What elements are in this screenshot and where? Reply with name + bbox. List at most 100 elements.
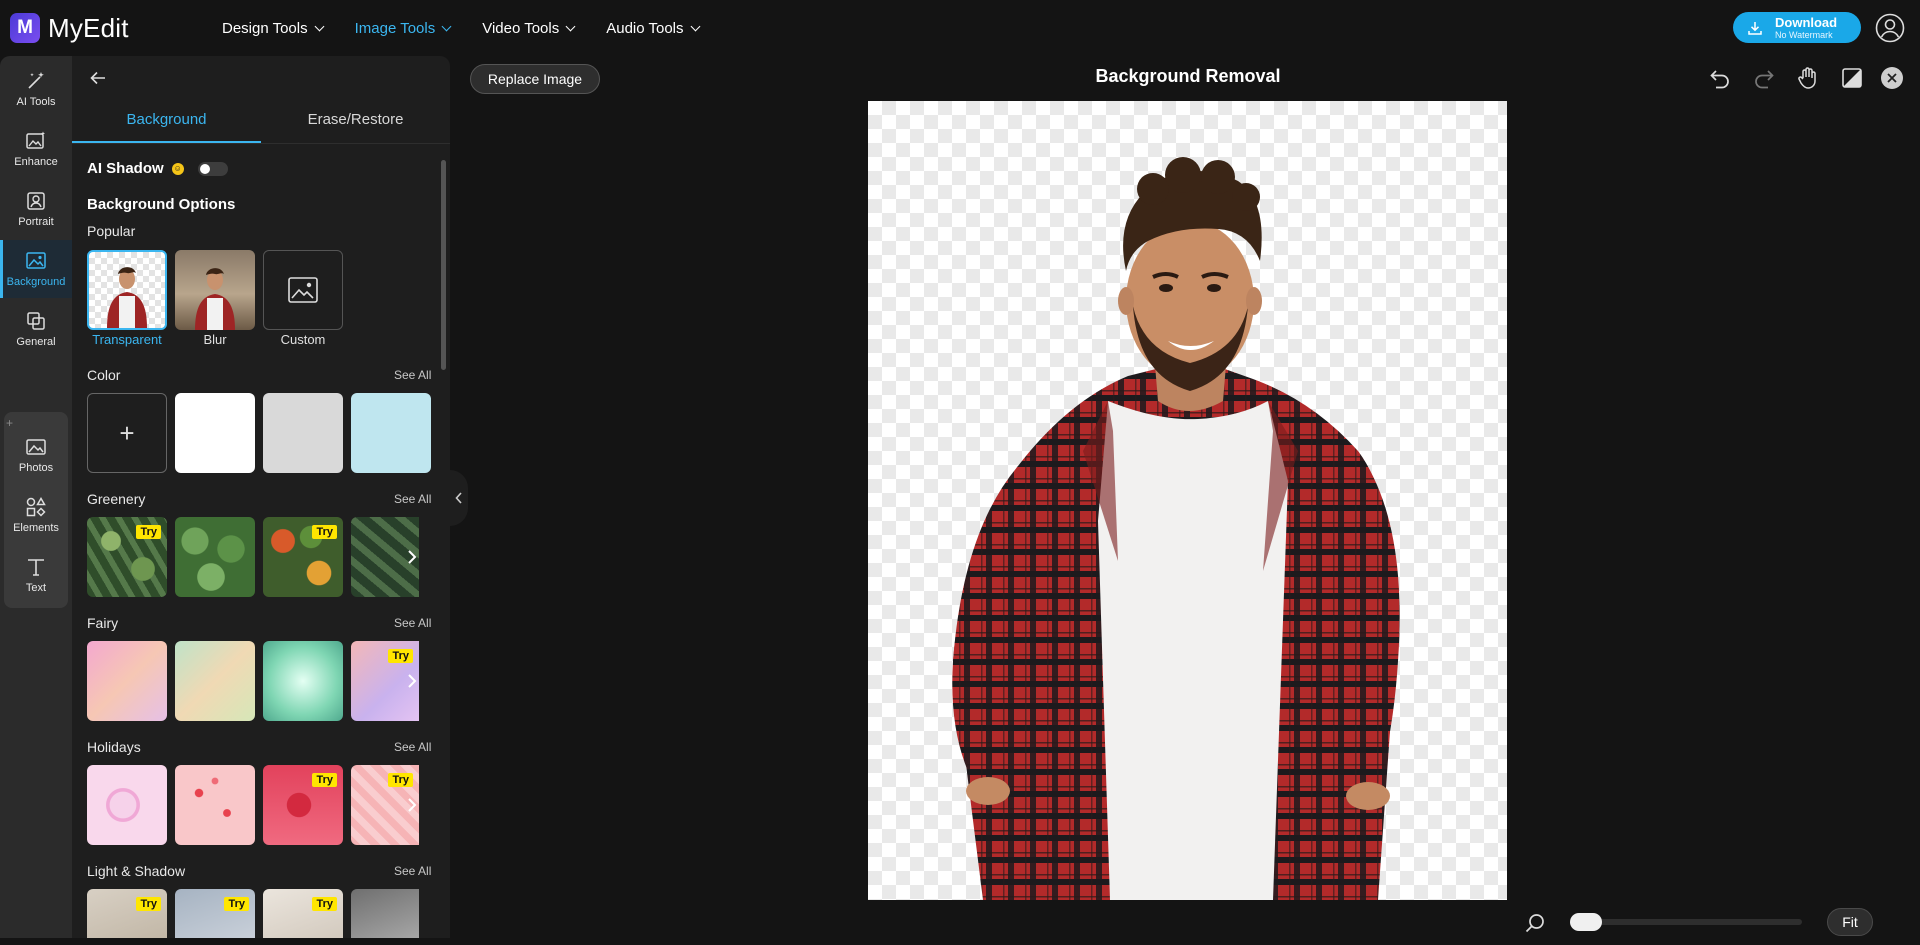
zoom-slider-handle[interactable] — [1570, 913, 1602, 931]
light-shadow-thumb-3[interactable]: Try — [263, 889, 343, 938]
fairy-thumb-pink[interactable] — [87, 641, 167, 721]
bg-option-label: Blur — [203, 332, 227, 347]
ai-shadow-toggle[interactable] — [197, 161, 228, 176]
edited-photo[interactable] — [868, 101, 1507, 900]
try-badge: Try — [388, 649, 413, 663]
chevron-down-icon — [314, 21, 325, 31]
download-label: Download — [1775, 14, 1838, 30]
nav-design-tools[interactable]: Design Tools — [222, 20, 325, 37]
chevron-left-icon — [455, 492, 462, 504]
replace-image-button[interactable]: Replace Image — [470, 64, 600, 94]
rail-item-portrait[interactable]: Portrait — [0, 180, 72, 238]
compare-icon[interactable] — [1840, 66, 1864, 90]
background-panel: Background Erase/Restore AI Shadow ☺ Bac… — [72, 56, 450, 938]
rail-label: Text — [25, 582, 47, 594]
light-shadow-thumb-1[interactable]: Try — [87, 889, 167, 938]
try-badge: Try — [312, 897, 337, 911]
rail-item-text[interactable]: Text — [0, 546, 72, 604]
panel-scrollbar[interactable] — [441, 160, 446, 370]
nav-label: Audio Tools — [606, 19, 684, 37]
general-icon — [27, 312, 45, 330]
rail-item-general[interactable]: General — [0, 300, 72, 358]
chevron-down-icon — [441, 21, 452, 31]
close-button[interactable] — [1881, 67, 1903, 89]
person-thumbnail — [107, 267, 147, 328]
download-sublabel: No Watermark — [1775, 29, 1833, 40]
download-button[interactable]: Download No Watermark — [1733, 12, 1861, 43]
rail-label: Enhance — [14, 156, 58, 168]
canvas-title: Background Removal — [1095, 66, 1281, 86]
chevron-down-icon — [565, 21, 576, 31]
greenery-thumb-leaves[interactable] — [175, 517, 255, 597]
undo-icon[interactable] — [1708, 66, 1732, 90]
nav-image-tools[interactable]: Image Tools — [354, 19, 452, 37]
panel-collapse-handle[interactable] — [450, 470, 468, 526]
hand-pan-icon[interactable] — [1796, 66, 1820, 90]
fairy-title: Fairy — [87, 615, 119, 631]
chevron-down-icon — [690, 21, 700, 31]
light-shadow-thumb-2[interactable]: Try — [175, 889, 255, 938]
rail-item-photos[interactable]: Photos — [0, 426, 72, 484]
holidays-see-all-link[interactable]: See All — [394, 740, 431, 754]
tab-erase-restore[interactable]: Erase/Restore — [261, 100, 450, 143]
try-badge: Try — [224, 897, 249, 911]
tab-background[interactable]: Background — [72, 100, 261, 143]
holidays-thumb-red-heart[interactable]: Try — [263, 765, 343, 845]
greenery-thumb-autumn[interactable]: Try — [263, 517, 343, 597]
greenery-see-all-link[interactable]: See All — [394, 492, 431, 506]
rail-label: AI Tools — [16, 96, 56, 108]
chevron-right-icon — [408, 798, 417, 812]
close-icon — [1887, 73, 1897, 83]
ai-shadow-row: AI Shadow ☺ — [87, 160, 228, 177]
fairy-thumb-pastel[interactable] — [175, 641, 255, 721]
person-thumbnail — [195, 268, 235, 330]
bg-option-blur[interactable] — [175, 250, 255, 330]
holidays-thumb-heart-swirl[interactable] — [87, 765, 167, 845]
nav-audio-tools[interactable]: Audio Tools — [606, 19, 700, 37]
magic-wand-icon — [28, 72, 44, 89]
rail-label: Photos — [18, 462, 54, 474]
bg-option-custom[interactable] — [263, 250, 343, 330]
fit-button[interactable]: Fit — [1827, 908, 1873, 936]
color-swatch-white[interactable] — [175, 393, 255, 473]
fairy-see-all-link[interactable]: See All — [394, 616, 431, 630]
holidays-next-arrow[interactable] — [402, 792, 422, 818]
holidays-thumb-hearts[interactable] — [175, 765, 255, 845]
bg-option-transparent[interactable] — [87, 250, 167, 330]
try-badge: Try — [312, 525, 337, 539]
add-color-button[interactable]: + — [87, 393, 167, 473]
color-swatch-light-blue[interactable] — [351, 393, 431, 473]
light-shadow-see-all-link[interactable]: See All — [394, 864, 431, 878]
myedit-logo-icon: M — [10, 13, 40, 43]
holidays-title: Holidays — [87, 739, 141, 755]
elements-icon — [26, 497, 46, 517]
nav-label: Image Tools — [354, 19, 436, 37]
redo-icon[interactable] — [1752, 66, 1776, 90]
greenery-next-arrow[interactable] — [402, 544, 422, 570]
color-swatch-gray[interactable] — [263, 393, 343, 473]
rail-item-enhance[interactable]: Enhance — [0, 120, 72, 178]
back-arrow-icon[interactable] — [88, 68, 108, 88]
rail-item-ai-tools[interactable]: AI Tools — [0, 60, 72, 118]
bg-option-label: Custom — [280, 332, 326, 347]
premium-badge-icon: ☺ — [171, 162, 184, 175]
app-name: MyEdit — [48, 12, 129, 43]
rail-item-background[interactable]: Background — [0, 240, 72, 298]
fairy-next-arrow[interactable] — [402, 668, 422, 694]
rail-item-elements[interactable]: Elements — [0, 486, 72, 544]
zoom-slider-track[interactable] — [1570, 919, 1802, 925]
rail-label: Background — [6, 276, 66, 288]
zoom-search-icon[interactable] — [1524, 912, 1546, 934]
app-logo[interactable]: M MyEdit — [10, 13, 210, 44]
chevron-right-icon — [408, 674, 417, 688]
rail-label: General — [16, 336, 56, 348]
fairy-thumb-mint[interactable] — [263, 641, 343, 721]
nav-video-tools[interactable]: Video Tools — [482, 20, 576, 37]
rail-label: Elements — [13, 522, 59, 534]
light-shadow-thumb-4[interactable] — [351, 889, 419, 938]
greenery-thumb-monstera[interactable]: Try — [87, 517, 167, 597]
top-bar: M MyEdit Design Tools Image Tools Video … — [0, 0, 1920, 56]
user-avatar-icon[interactable] — [1875, 13, 1905, 43]
top-nav: Design Tools Image Tools Video Tools Aud… — [222, 20, 731, 37]
color-see-all-link[interactable]: See All — [394, 368, 431, 382]
